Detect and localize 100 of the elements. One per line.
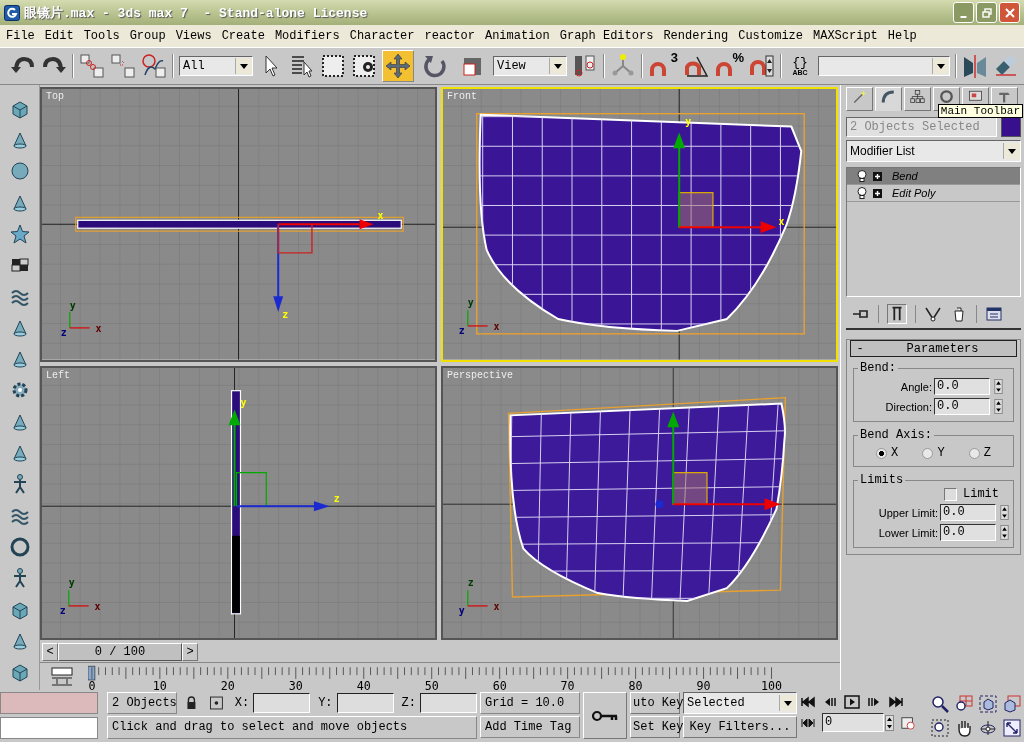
coordinate-field[interactable] [419,693,477,713]
modifier-list-dropdown[interactable]: Modifier List [846,140,1021,162]
lightbulb-icon[interactable] [857,187,867,199]
current-frame-marker[interactable] [88,665,96,681]
close-button[interactable] [999,2,1020,23]
spinner-field[interactable]: 0.0 [934,378,990,395]
selection-filter-dropdown[interactable]: All [179,56,253,76]
maximize-viewport-icon[interactable] [1003,718,1021,737]
zoom-icon[interactable] [931,694,949,713]
menu-item[interactable]: Views [171,29,218,43]
lightbulb-icon[interactable] [857,170,867,182]
menu-item[interactable]: Character [345,29,421,43]
menu-item[interactable]: Rendering [659,29,735,43]
previous-frame-button[interactable]: < [42,643,58,661]
ring-icon[interactable] [8,536,31,559]
spinner-field[interactable]: 0.0 [940,524,996,541]
add-time-tag-button[interactable]: Add Time Tag [480,716,580,738]
viewport[interactable]: Front y z x y x [441,87,838,362]
modifier-stack-item[interactable]: Bend [847,168,1020,185]
expand-plus-icon[interactable] [873,171,882,181]
coordinate-field[interactable] [336,693,394,713]
link-icon[interactable] [79,53,105,79]
key-filters-button[interactable]: Key Filters... [683,716,797,738]
snap-toggle[interactable]: 3 [648,52,678,80]
select-by-name-icon[interactable] [289,53,315,79]
window-crossing-icon[interactable] [351,53,377,79]
menu-item[interactable]: Create [217,29,271,43]
menu-item[interactable]: Edit [40,29,80,43]
radio-button[interactable] [876,447,888,459]
radio-label[interactable]: Z [983,446,991,460]
move-gizmo[interactable] [673,132,777,234]
reference-coordinate-dropdown[interactable]: View [493,56,567,76]
move-gizmo[interactable] [228,408,330,511]
move-button[interactable] [382,50,414,82]
radio-button[interactable] [922,447,934,459]
zoom-extents-all-icon[interactable] [1003,694,1021,713]
zoom-all-icon[interactable] [955,694,973,713]
create-tab[interactable] [846,87,873,111]
named-selection-dropdown[interactable] [818,56,950,76]
viewport[interactable]: Left y z x y z [40,365,437,640]
align-icon[interactable] [993,53,1019,79]
spinner-field[interactable]: 0.0 [940,504,996,521]
menu-item[interactable]: Help [883,29,923,43]
menu-item[interactable]: reactor [420,29,481,43]
spinner-arrows-icon[interactable] [1000,525,1009,540]
pivot-center-icon[interactable] [572,53,598,79]
lock-icon[interactable] [185,696,198,710]
sphere-icon[interactable] [8,160,31,183]
menu-item[interactable]: Customize [734,29,809,43]
unlink-icon[interactable] [110,53,136,79]
collapse-toggle[interactable]: - [851,341,869,356]
play-icon[interactable] [844,695,860,709]
menu-item[interactable]: Modifiers [270,29,346,43]
expand-plus-icon[interactable] [873,188,882,198]
time-configuration-icon[interactable] [900,715,916,730]
unique-icon[interactable] [924,305,942,323]
minimize-button[interactable] [953,2,974,23]
radio-label[interactable]: Y [937,446,945,460]
menu-item[interactable]: File [2,29,41,43]
next-frame-button[interactable]: > [182,643,198,661]
move-gizmo[interactable] [655,410,781,510]
zoom-extents-icon[interactable] [979,694,997,713]
current-frame-field[interactable]: 0 [822,713,884,732]
modify-tab[interactable] [875,87,902,111]
star-icon[interactable] [8,222,31,245]
object-color-swatch[interactable] [1001,117,1021,137]
go-to-start-icon[interactable] [800,695,816,709]
hierarchy-tab[interactable] [904,87,931,111]
track-bar[interactable]: 0 10 20 30 40 50 60 70 80 90 100 [88,663,828,691]
time-slider-thumb[interactable]: 0 / 100 [58,643,182,661]
radio-button[interactable] [968,447,980,459]
maxscript-listener-field[interactable] [0,717,98,739]
bind-icon[interactable] [141,53,167,79]
configure-sets-icon[interactable] [985,305,1003,323]
curve-editor-icon[interactable] [50,667,74,687]
coordinate-field[interactable] [253,693,311,713]
spinner-arrows-icon[interactable] [1000,505,1009,520]
rectangle-selection-icon[interactable] [320,53,346,79]
menu-item[interactable]: Tools [79,29,126,43]
region-zoom-icon[interactable] [931,718,949,737]
checkbox-label[interactable]: Limit [963,487,999,501]
spinner-arrows-icon[interactable] [885,714,894,731]
key-set-dropdown[interactable]: Selected [683,692,797,714]
spinner-arrows-icon[interactable] [994,379,1003,394]
mirror-icon[interactable] [962,53,988,79]
spinner-snap-icon[interactable] [749,53,775,79]
spinner-arrows-icon[interactable] [994,399,1003,414]
radio-label[interactable]: X [891,446,899,460]
move-gizmo[interactable] [273,219,374,313]
checkbox[interactable] [944,487,957,501]
percent-snap-toggle[interactable]: % [714,52,744,80]
show-end-result-icon[interactable] [887,304,907,324]
go-to-end-icon[interactable] [888,695,904,709]
rollout-header[interactable]: - Parameters [850,340,1017,357]
restore-button[interactable] [976,2,997,23]
modifier-stack-item[interactable]: Edit Poly [847,185,1020,202]
viewport[interactable]: Perspective z y x [441,365,838,640]
set-key-button[interactable] [583,692,627,739]
arc-rotate-icon[interactable] [979,718,997,737]
menu-item[interactable]: Animation [480,29,556,43]
